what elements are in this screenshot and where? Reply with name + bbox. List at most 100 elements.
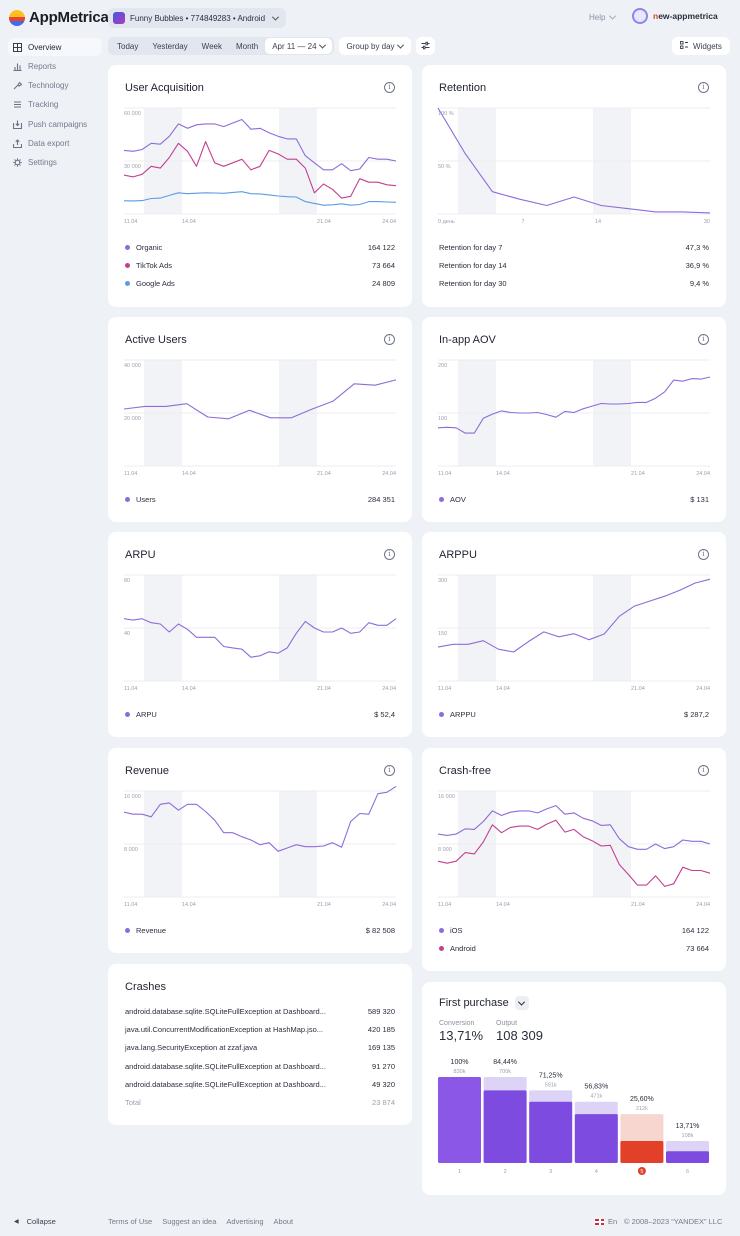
x-tick-label: 11.04 [438,686,451,692]
y-tick-label: 16 000 [438,794,455,800]
funnel-step-label[interactable]: 6 [686,1169,689,1175]
x-tick-label: 24.04 [696,902,710,908]
footer-link-advertising[interactable]: Advertising [226,1217,263,1226]
funnel-bar[interactable] [574,1114,618,1163]
footer-link-about[interactable]: About [274,1217,294,1226]
user-menu[interactable]: new-appmetrica [632,8,718,24]
legend-label-group: Revenue [125,926,166,935]
funnel-count-label: 471k [590,1094,602,1100]
y-tick-label: 200 [438,363,447,369]
funnel-count-label: 591k [545,1082,557,1088]
sidebar-item-overview[interactable]: Overview [8,38,102,56]
y-tick-label: 20 000 [124,416,141,422]
legend-item[interactable]: ARPPU $ 287,2 [439,705,709,723]
funnel-bar[interactable] [666,1151,709,1163]
sidebar-item-label: Settings [28,158,57,168]
funnel-percent-label: 13,71% [676,1123,700,1130]
footer-link-suggest[interactable]: Suggest an idea [162,1217,216,1226]
funnel-step-label[interactable]: 1 [458,1169,461,1175]
chevron-down-icon [272,13,280,21]
widgets-button[interactable]: Widgets [672,37,730,55]
legend-total: $ 131 [690,494,709,504]
sidebar-item-label: Technology [28,81,69,91]
funnel-chart: 100% 830k 1 84,44% 700k 2 71,25% 591k 3 56,83% 471… [438,1059,709,1175]
uk-flag-icon [595,1218,604,1225]
legend-dot-icon [439,945,444,951]
crash-count: 420 185 [367,1024,395,1034]
x-tick-label: 21.04 [631,686,645,692]
legend-item[interactable]: iOS 164 122 [439,921,709,939]
funnel-bar[interactable] [529,1101,573,1163]
sidebar-item-tracking[interactable]: Tracking [8,96,102,114]
group-by-select[interactable]: Group by day [338,37,411,55]
legend-item[interactable]: Android 73 664 [439,939,709,957]
funnel-percent-label: 84,44% [493,1059,517,1066]
funnel-step-label[interactable]: 5 [640,1169,643,1175]
y-tick-label: 50 % [438,164,451,170]
funnel-step-label[interactable]: 4 [595,1169,598,1175]
period-segmented-control: Today Yesterday Week Month Apr 11 — 24 [108,37,334,55]
crash-row[interactable]: java.util.ConcurrentModificationExceptio… [125,1020,395,1038]
crash-count: 49 320 [372,1079,395,1089]
legend-item[interactable]: Users 284 351 [125,490,395,508]
app-selector[interactable]: Funny Bubbles • 774849283 • Android [108,8,287,28]
funnel-bar[interactable] [438,1077,481,1163]
first-purchase-widget: First purchase Conversion 13,71% Output … [422,982,726,1195]
y-tick-label: 80 [124,578,130,584]
app-logo[interactable]: AppMetrica [9,9,109,26]
funnel-count-label: 830k [454,1069,466,1075]
date-range-picker[interactable]: Apr 11 — 24 [265,38,332,54]
period-month[interactable]: Month [229,38,265,54]
legend-label: iOS [450,925,463,935]
sidebar-item-data-export[interactable]: Data export [8,134,102,152]
crash-row[interactable]: java.lang.SecurityException at zzaf.java… [125,1039,395,1057]
help-label: Help [589,13,606,22]
funnel-step-label[interactable]: 2 [504,1169,507,1175]
x-tick-label: 21.04 [631,471,645,477]
period-today[interactable]: Today [110,38,145,54]
crash-row[interactable]: android.database.sqlite.SQLiteFullExcept… [125,1002,395,1020]
chart-legend: Users 284 351 [125,490,395,508]
crash-row[interactable]: android.database.sqlite.SQLiteFullExcept… [125,1057,395,1075]
help-menu[interactable]: Help [589,12,617,22]
sidebar-item-reports[interactable]: Reports [8,57,102,75]
legend-dot-icon [439,496,444,502]
sidebar-item-push-campaigns[interactable]: Push campaigns [8,115,102,133]
x-tick-label: 21.04 [317,686,331,692]
legend-item[interactable]: Revenue $ 82 508 [125,921,395,939]
sidebar-item-technology[interactable]: Technology [8,77,102,95]
period-week[interactable]: Week [195,38,229,54]
legend-item[interactable]: TikTok Ads 73 664 [125,256,395,274]
chart-legend: Organic 164 122 TikTok Ads 73 664 Google Ads… [125,238,395,293]
collapse-sidebar-button[interactable]: ◀ Collapse [14,1217,56,1226]
legend-label-group: Users [125,495,156,504]
legend-total: 73 664 [686,943,709,953]
filters-button[interactable] [415,37,435,55]
in-app-aov-widget: In-app AOV i 200 100 11.04 14.04 21.04 24.04 AOV… [422,317,726,522]
sidebar-item-label: Overview [28,42,62,52]
language-switcher[interactable]: En [595,1217,617,1226]
x-tick-label: 11.04 [438,471,451,477]
funnel-bar[interactable] [483,1090,527,1163]
funnel-bar[interactable] [620,1140,664,1163]
legend-item[interactable]: ARPU $ 52,4 [125,705,395,723]
x-tick-label: 14.04 [496,902,510,908]
chart-legend: AOV $ 131 [439,490,709,508]
crash-name: java.util.ConcurrentModificationExceptio… [125,1024,324,1034]
y-tick-label: 8 000 [124,847,138,853]
crash-row[interactable]: android.database.sqlite.SQLiteFullExcept… [125,1075,395,1093]
period-yesterday[interactable]: Yesterday [145,38,194,54]
footer-link-terms[interactable]: Terms of Use [108,1217,152,1226]
legend-item[interactable]: Organic 164 122 [125,238,395,256]
crash-name: java.lang.SecurityException at zzaf.java [125,1043,258,1053]
group-by-label: Group by day [346,41,395,51]
bar-chart-icon [13,62,22,71]
legend-dot-icon [125,281,130,287]
avatar [632,8,648,24]
legend-label: ARPU [136,709,157,719]
legend-total: 284 351 [367,494,395,504]
legend-item[interactable]: AOV $ 131 [439,490,709,508]
sidebar-item-settings[interactable]: Settings [8,154,102,172]
legend-item[interactable]: Google Ads 24 809 [125,275,395,293]
funnel-step-label[interactable]: 3 [549,1169,552,1175]
